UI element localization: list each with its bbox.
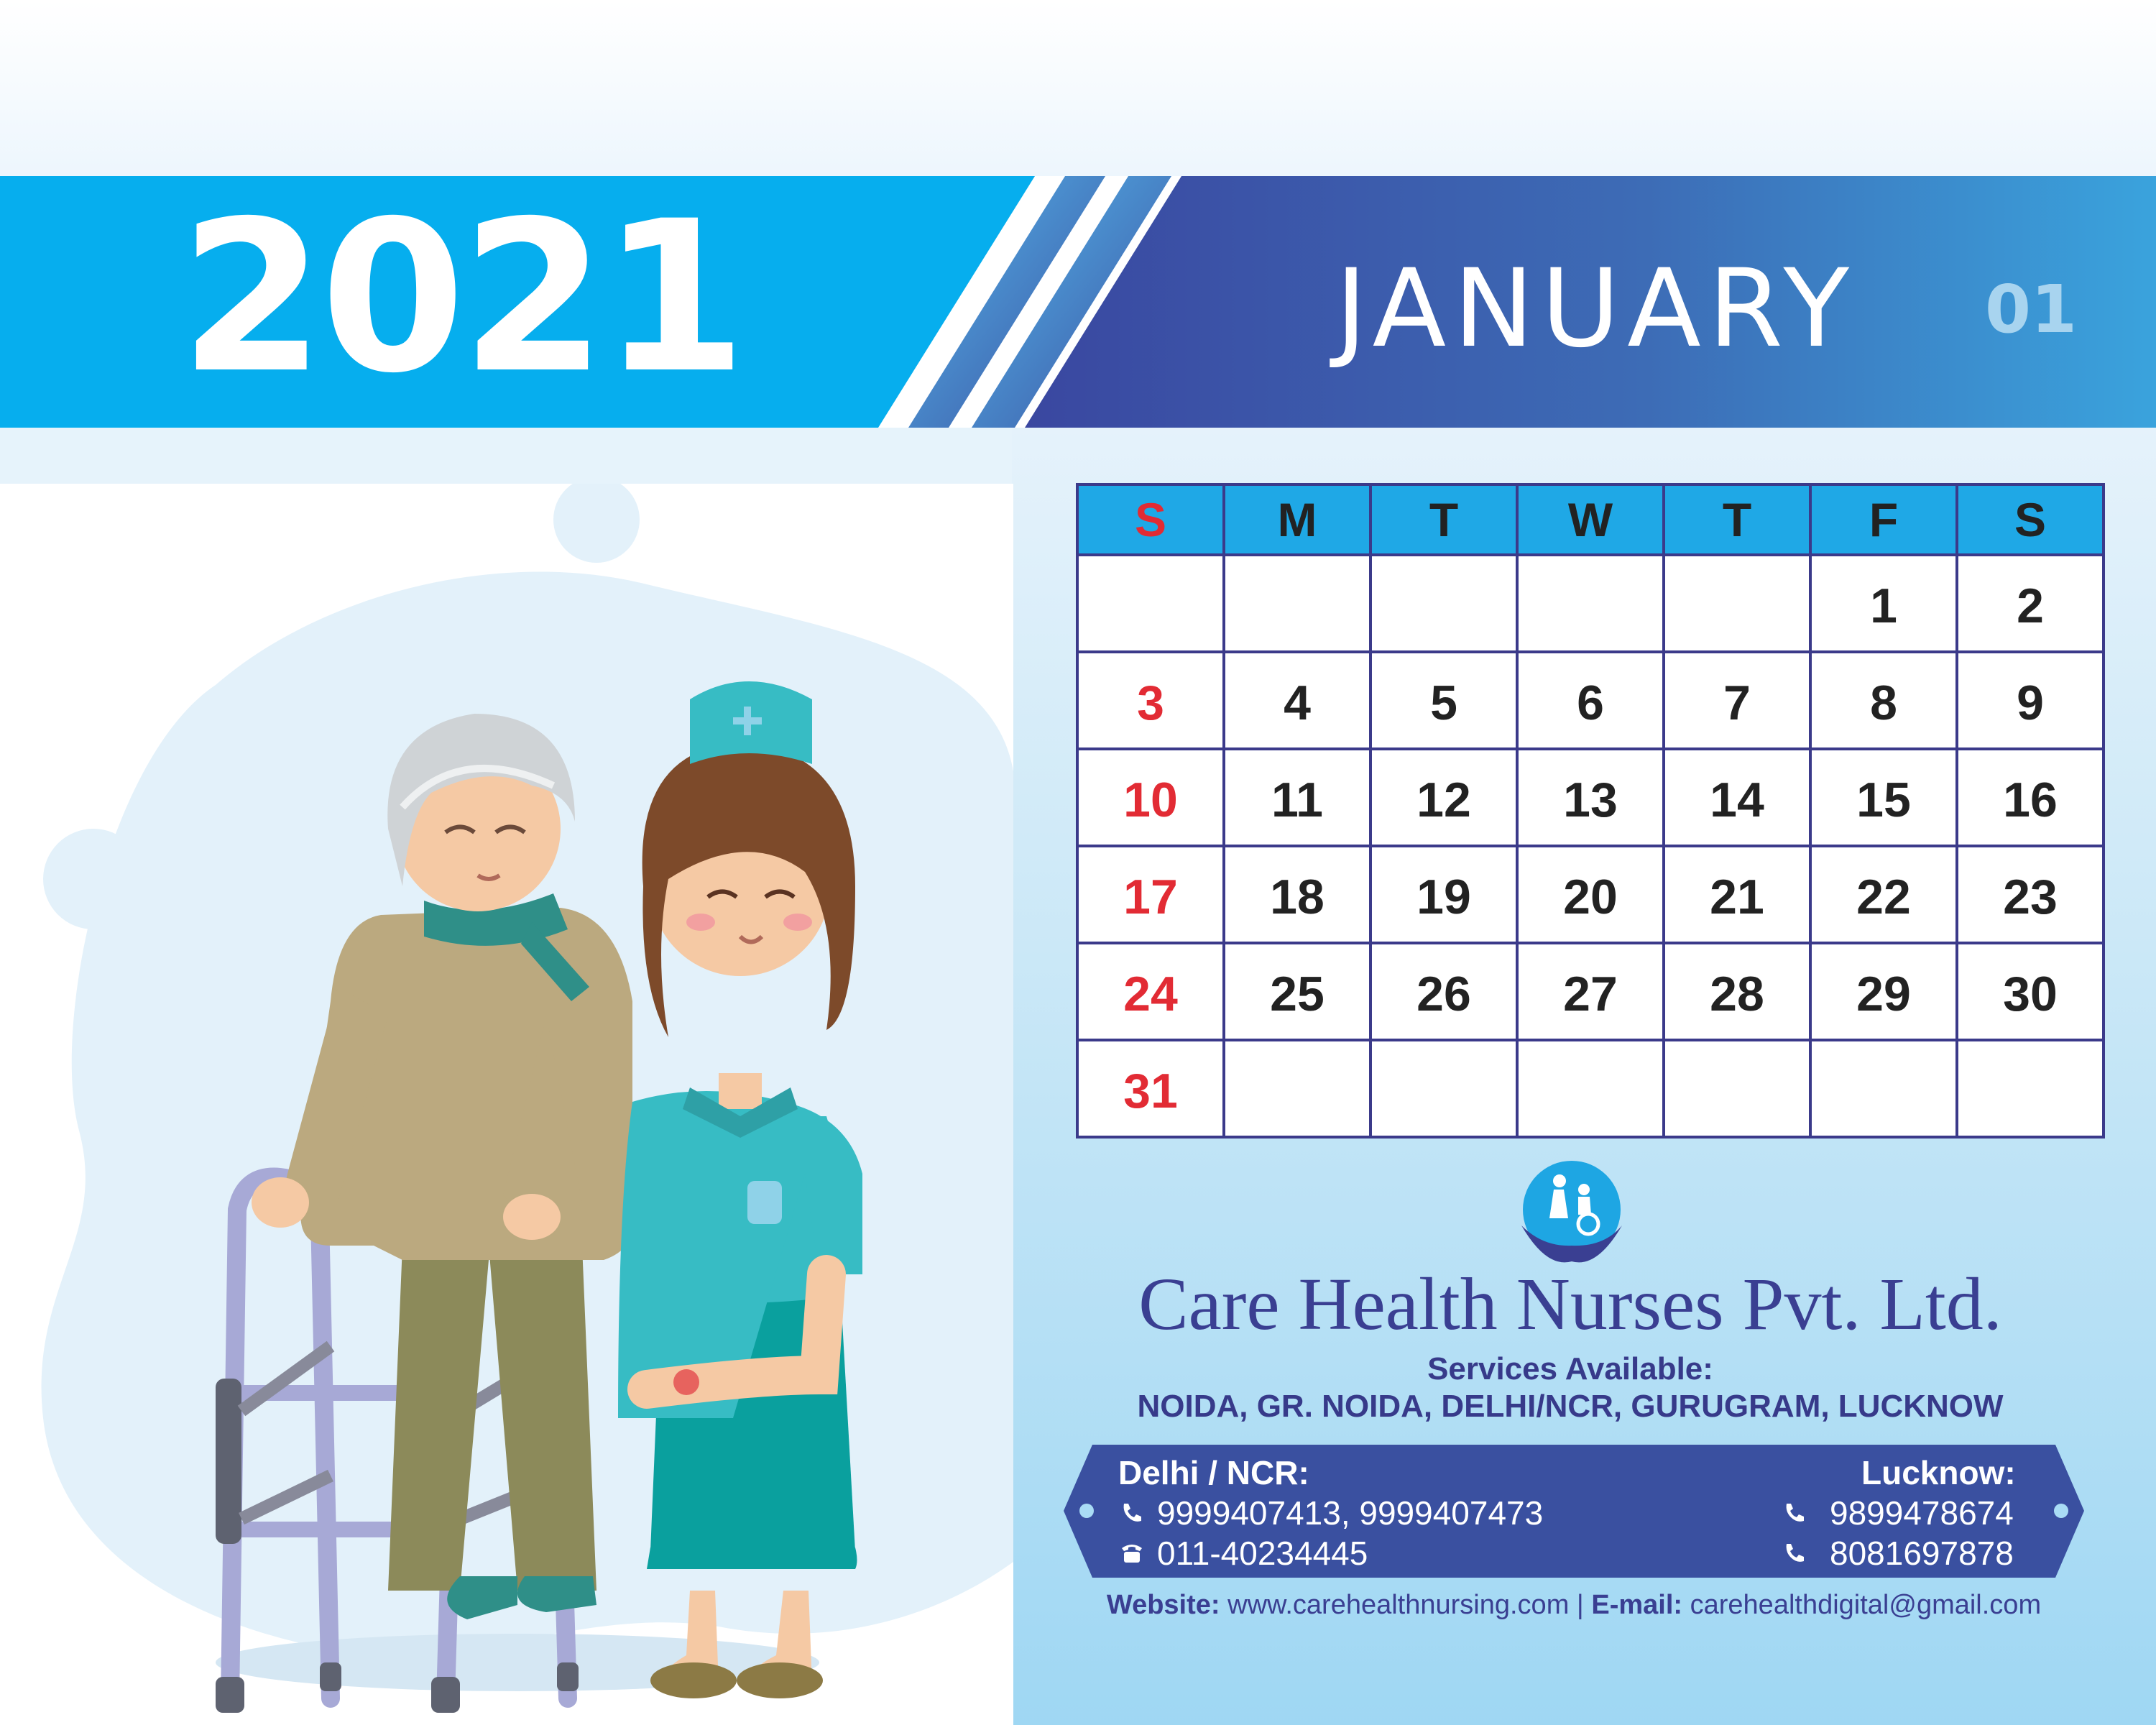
week-row: 24 25 26 27 28 29 30 <box>1076 942 2105 1041</box>
week-row: 1 2 <box>1076 553 2105 653</box>
nurse <box>618 681 862 1698</box>
day-cell: 1 <box>1809 553 1958 653</box>
delhi-label: Delhi / NCR: <box>1118 1454 1309 1491</box>
day-cell: 15 <box>1809 748 1958 847</box>
day-cell: 5 <box>1369 650 1519 750</box>
mobile-phone-icon <box>1786 1504 1804 1522</box>
week-row: 17 18 19 20 21 22 23 <box>1076 845 2105 944</box>
lucknow-phone-1: 9899478674 <box>1830 1494 2014 1532</box>
day-cell: 29 <box>1809 942 1958 1041</box>
service-locations: NOIDA, GR. NOIDA, DELHI/NCR, GURUGRAM, L… <box>1137 1389 2004 1424</box>
weekday-thu: T <box>1662 483 1812 556</box>
lucknow-label: Lucknow: <box>1861 1454 2016 1491</box>
day-cell: 20 <box>1516 845 1665 944</box>
day-cell <box>1369 553 1519 653</box>
month-title: JANUARY <box>1335 247 1857 372</box>
day-cell <box>1955 1039 2105 1138</box>
day-cell: 21 <box>1662 845 1812 944</box>
day-cell: 14 <box>1662 748 1812 847</box>
day-cell: 24 <box>1076 942 1225 1041</box>
day-cell: 10 <box>1076 748 1225 847</box>
day-cell: 16 <box>1955 748 2105 847</box>
day-cell <box>1516 553 1665 653</box>
day-cell: 2 <box>1955 553 2105 653</box>
day-cell: 3 <box>1076 650 1225 750</box>
mobile-phone-icon <box>1123 1504 1141 1522</box>
weekday-sat: S <box>1955 483 2105 556</box>
day-cell <box>1662 553 1812 653</box>
week-row: 10 11 12 13 14 15 16 <box>1076 748 2105 847</box>
weekday-fri: F <box>1809 483 1958 556</box>
day-cell: 8 <box>1809 650 1958 750</box>
company-name: Care Health Nurses Pvt. Ltd. <box>1138 1263 2002 1346</box>
day-cell: 31 <box>1076 1039 1225 1138</box>
day-cell: 23 <box>1955 845 2105 944</box>
email-link[interactable]: carehealthdigital@gmail.com <box>1690 1590 2041 1620</box>
services-label: Services Available: <box>1427 1351 1713 1386</box>
day-cell: 26 <box>1369 942 1519 1041</box>
day-cell: 18 <box>1222 845 1372 944</box>
day-cell: 25 <box>1222 942 1372 1041</box>
month-calendar: S M T W T F S 1 2 3 4 5 6 7 8 9 10 11 12… <box>1076 483 2105 1138</box>
website-link[interactable]: www.carehealthnursing.com <box>1227 1590 1569 1620</box>
day-cell: 9 <box>1955 650 2105 750</box>
lucknow-phone-2: 8081697878 <box>1830 1535 2014 1572</box>
website-label: Website: <box>1106 1590 1220 1620</box>
day-cell: 6 <box>1516 650 1665 750</box>
nurse-elderly-illustration <box>41 484 1013 1713</box>
email-label: E-mail: <box>1591 1590 1683 1620</box>
day-cell: 22 <box>1809 845 1958 944</box>
day-cell <box>1369 1039 1519 1138</box>
landline-phone-icon <box>1122 1545 1142 1563</box>
day-cell: 30 <box>1955 942 2105 1041</box>
delhi-landline: 011-40234445 <box>1157 1535 1368 1572</box>
footer-separator: | <box>1576 1590 1584 1620</box>
weekday-tue: T <box>1369 483 1519 556</box>
top-background <box>0 0 2156 176</box>
day-cell: 12 <box>1369 748 1519 847</box>
weekday-wed: W <box>1516 483 1665 556</box>
day-cell: 11 <box>1222 748 1372 847</box>
footer-contact: Website: www.carehealthnursing.com | E-m… <box>1049 1590 2099 1621</box>
day-cell <box>1076 553 1225 653</box>
day-cell: 7 <box>1662 650 1812 750</box>
day-cell: 4 <box>1222 650 1372 750</box>
year-title: 2021 <box>180 177 747 419</box>
mobile-phone-icon <box>1786 1544 1804 1562</box>
day-cell: 19 <box>1369 845 1519 944</box>
day-cell <box>1809 1039 1958 1138</box>
day-cell <box>1222 1039 1372 1138</box>
month-number: 01 <box>1985 271 2078 348</box>
day-cell: 27 <box>1516 942 1665 1041</box>
care-logo-icon <box>1521 1161 1622 1263</box>
day-cell: 17 <box>1076 845 1225 944</box>
day-cell <box>1516 1039 1665 1138</box>
day-cell: 28 <box>1662 942 1812 1041</box>
delhi-mobiles: 9999407413, 9999407473 <box>1157 1494 1544 1532</box>
weekday-mon: M <box>1222 483 1372 556</box>
day-cell: 13 <box>1516 748 1665 847</box>
weekday-sun: S <box>1076 483 1225 556</box>
weekday-header-row: S M T W T F S <box>1076 483 2105 556</box>
day-cell <box>1662 1039 1812 1138</box>
week-row: 3 4 5 6 7 8 9 <box>1076 650 2105 750</box>
day-cell <box>1222 553 1372 653</box>
week-row: 31 <box>1076 1039 2105 1138</box>
